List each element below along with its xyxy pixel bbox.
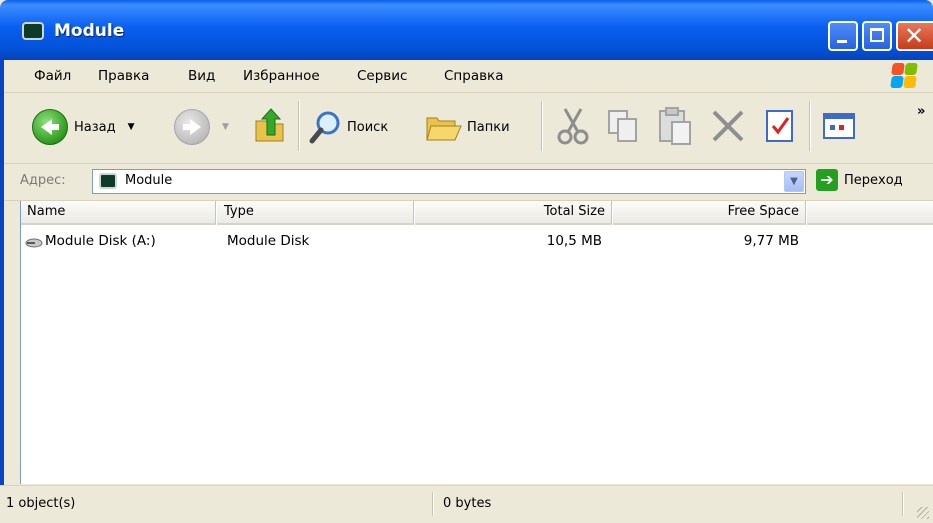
- go-button[interactable]: ➔ Переход: [816, 169, 903, 191]
- address-dropdown-icon[interactable]: ▼: [784, 171, 804, 192]
- title-bar[interactable]: Module ✕: [0, 0, 933, 60]
- back-label: Назад: [74, 119, 116, 135]
- toolbar-overflow-icon[interactable]: »: [917, 104, 925, 119]
- toolbar: Назад ▼ ▼ Поиск Папки: [0, 93, 933, 164]
- module-icon: [22, 22, 44, 40]
- maximize-button[interactable]: [862, 21, 892, 51]
- column-header-free-space[interactable]: Free Space: [613, 201, 806, 225]
- go-label: Переход: [844, 172, 903, 188]
- column-header-type[interactable]: Type: [217, 201, 414, 225]
- address-value: Module: [125, 173, 173, 188]
- menu-file[interactable]: Файл: [34, 68, 71, 84]
- search-label: Поиск: [347, 119, 389, 135]
- row-type: Module Disk: [227, 233, 310, 249]
- menu-view[interactable]: Вид: [188, 68, 215, 84]
- folders-label: Папки: [467, 119, 510, 135]
- column-header-filler: [807, 201, 933, 225]
- window-title: Module: [54, 21, 125, 41]
- views-icon: [823, 113, 855, 139]
- status-size: 0 bytes: [443, 496, 492, 511]
- menu-help[interactable]: Справка: [444, 68, 503, 84]
- search-icon: [309, 111, 340, 144]
- paste-icon: [659, 107, 691, 145]
- row-total-size: 10,5 MB: [546, 233, 602, 249]
- drive-icon: [25, 238, 43, 248]
- up-button[interactable]: [253, 107, 287, 145]
- row-name: Module Disk (A:): [45, 233, 156, 249]
- delete-x-icon: [712, 110, 744, 142]
- back-button[interactable]: Назад ▼: [32, 109, 135, 145]
- folder-up-icon: [255, 108, 284, 142]
- menu-edit[interactable]: Правка: [98, 68, 149, 84]
- views-button[interactable]: [822, 112, 856, 140]
- status-bar: 1 object(s) 0 bytes: [0, 485, 933, 523]
- back-arrow-icon: [32, 109, 68, 145]
- minimize-button[interactable]: [828, 21, 858, 51]
- file-list[interactable]: Name Type Total Size Free Space Module D…: [20, 201, 933, 484]
- copy-icon: [608, 110, 637, 142]
- menu-bar: Файл Правка Вид Избранное Сервис Справка: [0, 60, 933, 93]
- row-free-space: 9,77 MB: [743, 233, 799, 249]
- copy-button[interactable]: [606, 107, 640, 145]
- back-dropdown-icon[interactable]: ▼: [128, 122, 135, 132]
- properties-icon: [766, 110, 793, 142]
- go-arrow-icon: ➔: [816, 169, 838, 191]
- folders-button[interactable]: Папки: [425, 110, 510, 144]
- address-label: Адрес:: [20, 173, 66, 188]
- resize-grip-icon[interactable]: [917, 507, 929, 519]
- properties-button[interactable]: [764, 108, 796, 144]
- address-input[interactable]: Module ▼: [92, 169, 806, 194]
- forward-arrow-icon: [174, 109, 210, 145]
- column-header-name[interactable]: Name: [21, 201, 216, 225]
- close-button[interactable]: ✕: [896, 21, 933, 51]
- module-icon: [99, 173, 117, 189]
- scissors-icon: [557, 108, 589, 145]
- search-button[interactable]: Поиск: [309, 110, 388, 144]
- forward-button[interactable]: ▼: [174, 109, 229, 145]
- close-icon: ✕: [904, 22, 925, 50]
- status-object-count: 1 object(s): [6, 496, 76, 511]
- folders-icon: [426, 117, 462, 141]
- menu-favorites[interactable]: Избранное: [243, 68, 320, 84]
- column-header-total-size[interactable]: Total Size: [415, 201, 612, 225]
- forward-dropdown-icon[interactable]: ▼: [222, 122, 229, 132]
- explorer-window: Module ✕ Файл Правка Вид Избранное Серви…: [0, 0, 933, 523]
- menu-tools[interactable]: Сервис: [357, 68, 407, 84]
- windows-logo-icon: [890, 62, 918, 90]
- cut-button[interactable]: [556, 107, 590, 145]
- delete-button[interactable]: [710, 108, 746, 144]
- address-bar: Адрес: Module ▼ ➔ Переход: [0, 164, 933, 201]
- paste-button[interactable]: [657, 106, 693, 146]
